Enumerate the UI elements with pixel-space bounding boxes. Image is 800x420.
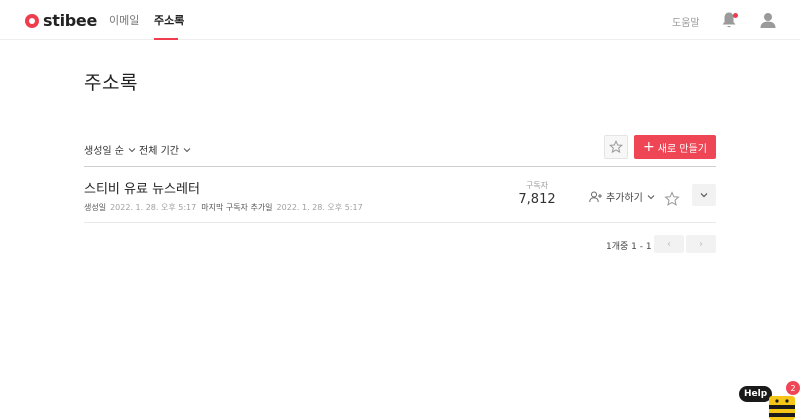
subscribers-label: 구독자	[525, 181, 549, 190]
page-title: 주소록	[84, 72, 138, 94]
star-outline-icon	[609, 140, 623, 154]
stibee-logo-icon	[25, 13, 39, 28]
created-value: 2022. 1. 28. 오후 5:17	[110, 203, 197, 212]
expand-row-button[interactable]	[692, 184, 716, 206]
create-new-label: 새로 만들기	[657, 143, 707, 155]
notification-dot	[733, 13, 738, 18]
list-top-divider	[84, 166, 716, 167]
sort-dropdown-label: 생성일 순	[84, 146, 124, 157]
chevron-down-icon	[183, 147, 191, 152]
bee-mascot-icon[interactable]	[767, 392, 797, 420]
previous-page-button[interactable]: ‹	[654, 235, 684, 253]
user-profile-icon[interactable]	[759, 11, 777, 29]
pagination-summary: 1개중 1 - 1	[606, 242, 652, 252]
period-dropdown[interactable]: 전체 기간	[139, 142, 191, 157]
created-label: 생성일	[84, 203, 107, 212]
subscribers-count: 7,812	[518, 192, 556, 207]
create-new-button[interactable]: + 새로 만들기	[634, 135, 716, 159]
nav-item-address-book[interactable]: 주소록	[154, 12, 184, 28]
chevron-down-icon	[647, 194, 655, 199]
list-meta: 생성일 2022. 1. 28. 오후 5:17 마지막 구독자 추가일 2022. …	[84, 202, 368, 213]
chevron-right-icon: ›	[699, 238, 703, 250]
chevron-down-icon	[700, 193, 708, 198]
period-dropdown-label: 전체 기간	[139, 146, 179, 157]
top-header: stibee 이메일 주소록 도움말	[0, 0, 800, 40]
logo-text: stibee	[43, 11, 98, 30]
next-page-button[interactable]: ›	[686, 235, 716, 253]
chevron-down-icon	[128, 147, 136, 152]
plus-icon: +	[643, 139, 655, 155]
active-nav-indicator	[154, 38, 178, 40]
list-name-link[interactable]: 스티비 유료 뉴스레터	[84, 178, 200, 197]
help-link[interactable]: 도움말	[672, 14, 700, 29]
add-subscribers-dropdown[interactable]: 추가하기	[589, 189, 658, 204]
sort-dropdown[interactable]: 생성일 순	[84, 142, 136, 157]
nav-item-email[interactable]: 이메일	[109, 12, 139, 28]
last-added-label: 마지막 구독자 추가일	[201, 203, 273, 212]
add-user-icon	[589, 191, 602, 202]
chevron-left-icon: ‹	[667, 238, 671, 250]
add-subscribers-label: 추가하기	[606, 193, 643, 204]
list-bottom-divider	[84, 222, 716, 223]
stibee-logo[interactable]: stibee	[25, 11, 97, 30]
last-added-value: 2022. 1. 28. 오후 5:17	[276, 203, 363, 212]
favorites-filter-button[interactable]	[604, 135, 628, 159]
help-label: Help	[744, 389, 768, 399]
favorite-star-icon[interactable]	[664, 191, 680, 207]
